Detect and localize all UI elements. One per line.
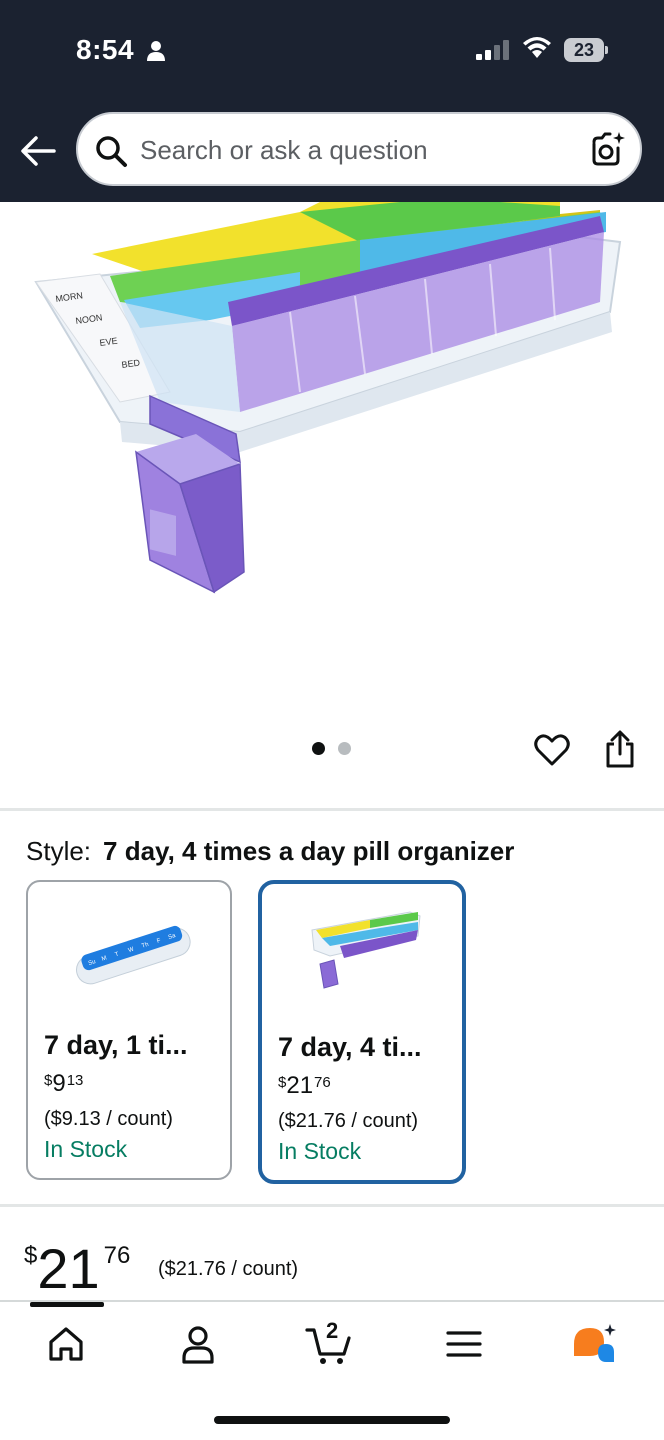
cart-button[interactable]: 2 (304, 1318, 356, 1366)
product-thumbnail: Su MTWThFSa (76, 925, 191, 985)
style-selector-label: Style: 7 day, 4 times a day pill organize… (26, 836, 514, 867)
option-unit-price: ($9.13 / count) (44, 1108, 173, 1130)
heart-icon[interactable] (534, 732, 570, 768)
product-image[interactable]: MORN NOON EVE BED (0, 202, 664, 722)
top-header: 8:54 23 (0, 0, 664, 202)
home-indicator (214, 1416, 450, 1424)
product-thumbnail (311, 911, 421, 989)
battery-level: 23 (573, 40, 595, 60)
section-divider (0, 808, 664, 811)
cart-count: 2 (326, 1318, 339, 1343)
pagination-dot[interactable] (338, 742, 351, 755)
style-option-card-selected[interactable]: 7 day, 4 ti... $2176 ($21.76 / count) In… (258, 880, 466, 1184)
search-input[interactable] (140, 128, 570, 172)
option-stock-status: In Stock (278, 1138, 362, 1164)
option-stock-status: In Stock (44, 1136, 128, 1162)
section-divider (0, 1204, 664, 1207)
option-price: $913 (44, 1070, 84, 1097)
unit-price: ($21.76 / count) (158, 1258, 299, 1280)
active-tab-indicator (30, 1302, 104, 1307)
style-value: 7 day, 4 times a day pill organizer (103, 836, 515, 866)
home-icon[interactable] (44, 1322, 88, 1366)
style-option-card[interactable]: Su M T W Th F Sa 7 day, 1 ti... $913 ($9.13 / … (26, 880, 232, 1180)
battery-indicator: 23 (564, 38, 608, 62)
search-icon (96, 136, 127, 167)
rufus-ai-icon[interactable] (570, 1322, 620, 1366)
share-icon[interactable] (604, 730, 636, 770)
account-icon[interactable] (176, 1322, 220, 1366)
signal-icon (476, 40, 509, 60)
status-time: 8:54 (76, 34, 135, 65)
option-unit-price: ($21.76 / count) (278, 1110, 419, 1132)
back-arrow-icon[interactable] (20, 134, 56, 168)
option-title: 7 day, 1 ti... (44, 1030, 188, 1060)
menu-icon[interactable] (442, 1322, 486, 1366)
wifi-icon (523, 37, 551, 58)
option-price: $2176 (278, 1072, 331, 1099)
person-icon (147, 41, 165, 61)
pill-organizer-illustration: MORN NOON EVE BED (34, 202, 622, 594)
pagination-dot-active[interactable] (312, 742, 325, 755)
option-title: 7 day, 4 ti... (278, 1032, 422, 1062)
image-pagination (310, 742, 356, 758)
style-label: Style: (26, 836, 92, 866)
product-price: $21 76 (24, 1237, 131, 1300)
camera-lens-icon[interactable] (588, 130, 628, 170)
search-bar[interactable] (76, 112, 642, 186)
